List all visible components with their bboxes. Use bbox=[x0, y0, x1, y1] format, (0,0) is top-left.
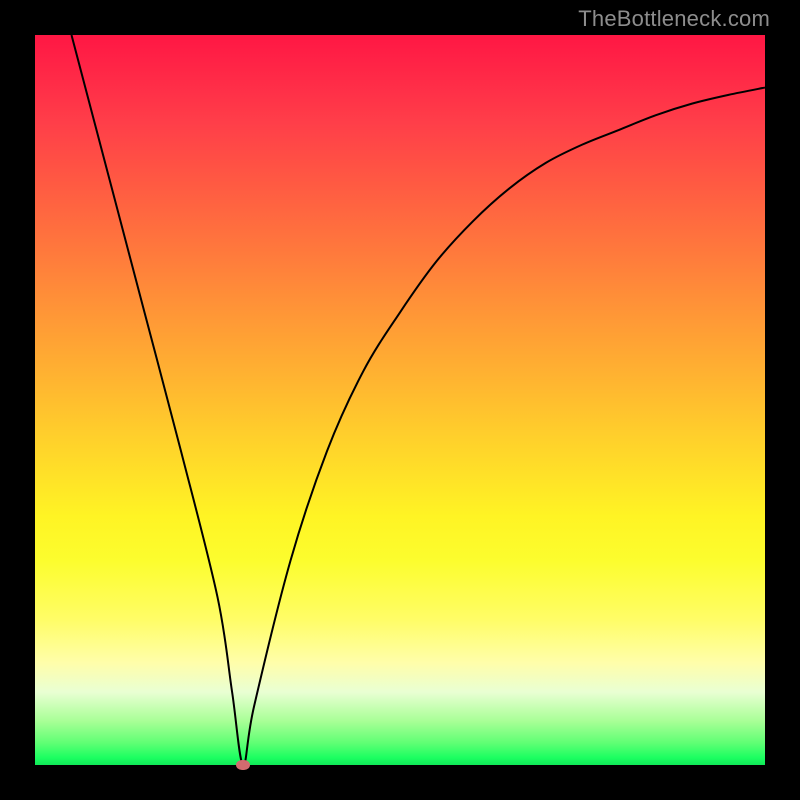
chart-stage: TheBottleneck.com bbox=[0, 0, 800, 800]
bottleneck-curve-path bbox=[72, 35, 766, 765]
plot-area bbox=[35, 35, 765, 765]
minimum-marker bbox=[236, 760, 250, 770]
curve-svg bbox=[35, 35, 765, 765]
watermark-text: TheBottleneck.com bbox=[578, 6, 770, 32]
